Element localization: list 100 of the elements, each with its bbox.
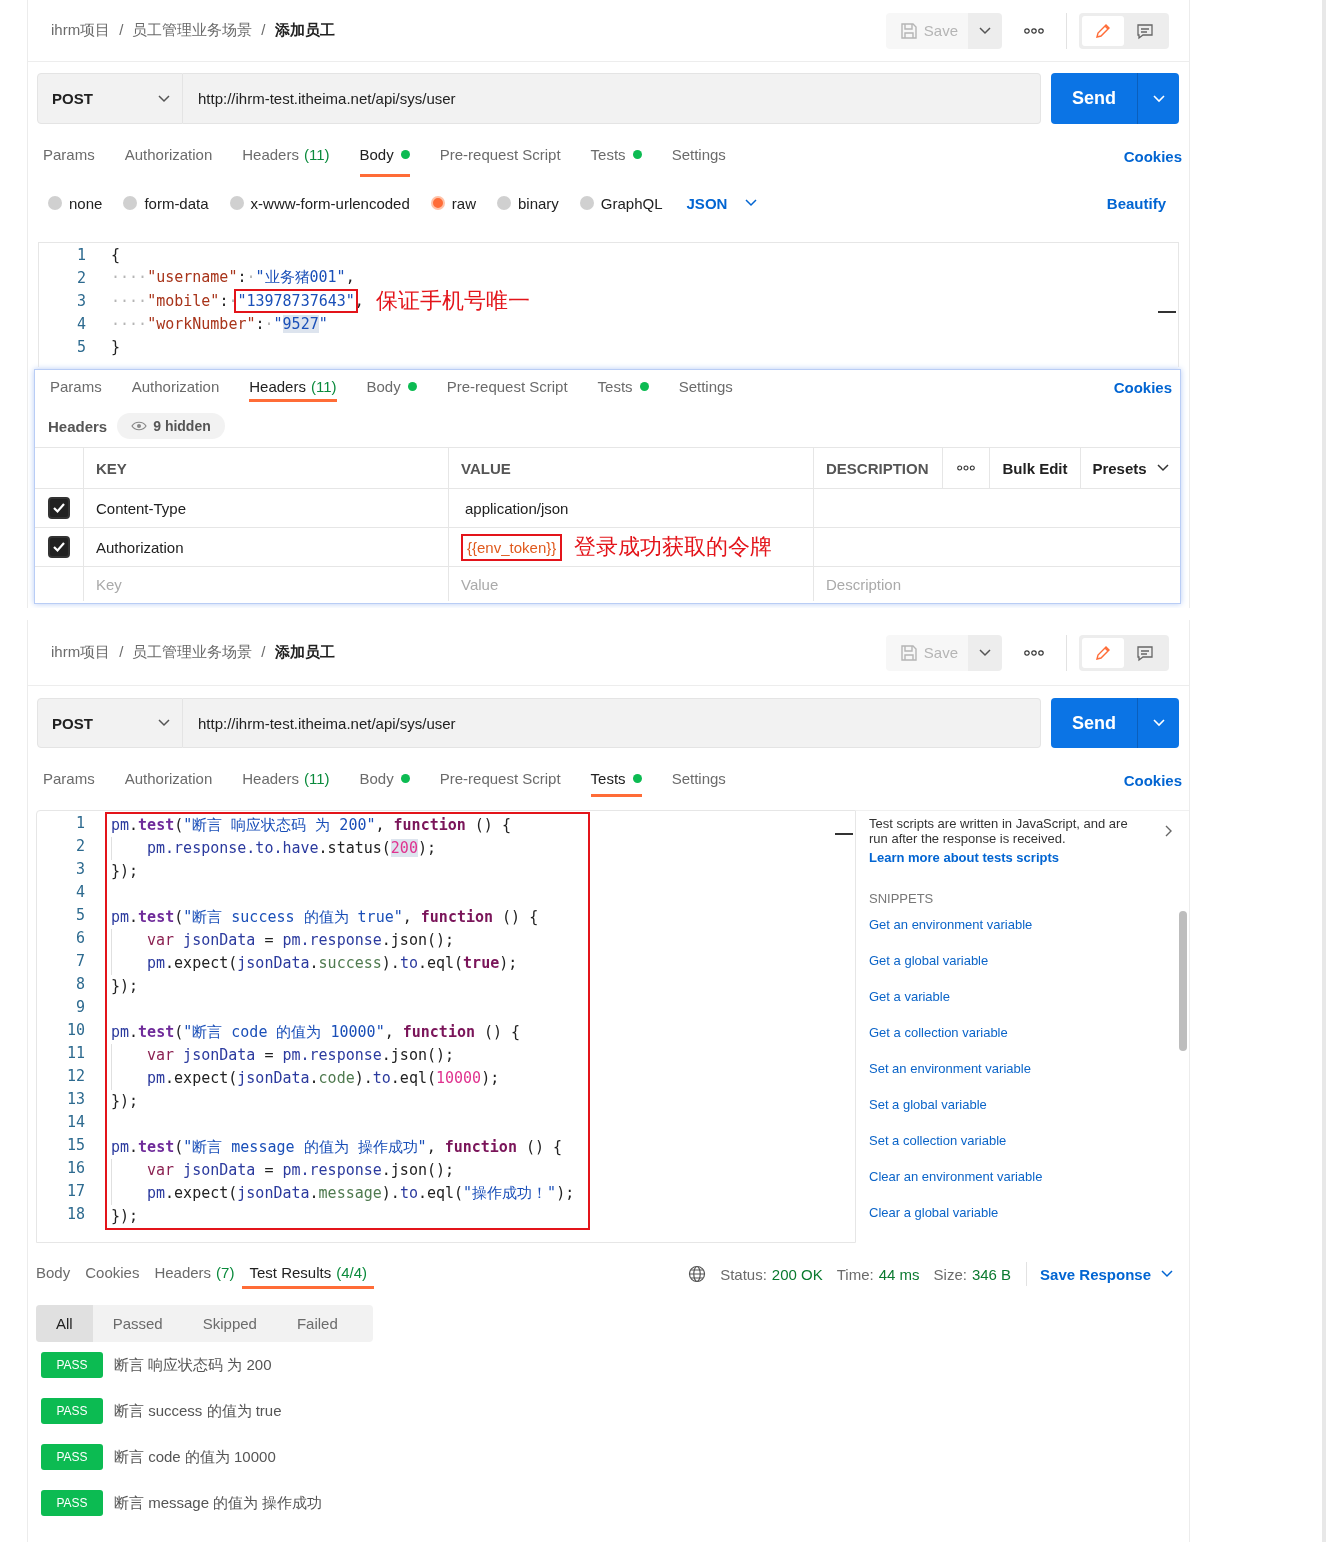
request-tab[interactable]: Authorization	[109, 760, 228, 800]
method-select[interactable]: POST	[37, 73, 183, 124]
filter-tab[interactable]: Skipped	[182, 1305, 277, 1342]
filter-tab[interactable]: All	[36, 1305, 93, 1342]
response-tab[interactable]: Cookies	[78, 1256, 147, 1292]
beautify-link[interactable]: Beautify	[1106, 194, 1166, 212]
line-number: 16	[65, 1158, 85, 1179]
caret-icon	[158, 719, 170, 727]
pass-badge: PASS	[41, 1444, 103, 1470]
request-tab[interactable]: Headers (11)	[227, 760, 345, 800]
checkbox[interactable]	[48, 497, 70, 519]
more-icon[interactable]	[1024, 649, 1044, 656]
body-mode-radio[interactable]: raw	[430, 194, 476, 212]
breadcrumb-item[interactable]: ihrm项目	[51, 643, 111, 662]
line-number: 15	[65, 1135, 85, 1156]
cookies-link[interactable]: Cookies	[1123, 760, 1182, 800]
code-line: });	[111, 977, 139, 995]
cookies-link[interactable]: Cookies	[1113, 370, 1172, 405]
code-line: pm.test("断言 message 的值为 操作成功", function () {	[111, 1138, 563, 1156]
response-tab[interactable]: Headers (7)	[147, 1256, 242, 1292]
more-icon[interactable]	[1024, 27, 1044, 34]
request-tab[interactable]: Settings	[663, 370, 748, 405]
request-tab[interactable]: Pre-request Script	[424, 760, 576, 800]
request-tab[interactable]: Settings	[656, 132, 741, 180]
line-number: 11	[65, 1043, 85, 1064]
breadcrumb-item[interactable]: 员工管理业务场景	[132, 21, 253, 40]
snippet-link[interactable]: Get an environment variable	[869, 912, 1189, 948]
request-tab[interactable]: Authorization	[109, 132, 228, 180]
more-icon[interactable]	[957, 465, 975, 471]
breadcrumb-item[interactable]: 员工管理业务场景	[132, 643, 253, 662]
code-line: });	[111, 862, 139, 880]
request-tab[interactable]: Body	[344, 760, 425, 800]
request-tab[interactable]: Headers (11)	[227, 132, 345, 180]
caret-icon	[1152, 94, 1165, 103]
table-cell: Content-Type	[83, 489, 448, 527]
globe-icon[interactable]	[688, 1265, 707, 1283]
chevron-right-icon[interactable]	[1165, 825, 1173, 837]
body-mode-radio[interactable]: GraphQL	[579, 194, 663, 212]
save-options-button[interactable]	[968, 634, 1002, 671]
cookies-link[interactable]: Cookies	[1123, 132, 1182, 180]
request-tab[interactable]: Pre-request Script	[424, 132, 576, 180]
filter-tab[interactable]: Failed	[276, 1305, 358, 1342]
request-tab[interactable]: Body	[351, 370, 432, 405]
learn-more-link[interactable]: Learn more about tests scripts	[869, 850, 1189, 865]
request-tab[interactable]: Authorization	[116, 370, 235, 405]
edit-button[interactable]	[1082, 15, 1124, 46]
request-tab[interactable]: Params	[28, 132, 110, 180]
body-mode-radio[interactable]: x-www-form-urlencoded	[229, 194, 410, 212]
snippet-link[interactable]: Clear an environment variable	[869, 1164, 1189, 1200]
send-options-button[interactable]	[1137, 698, 1179, 748]
line-number: 3	[74, 859, 85, 880]
request-tab[interactable]: Tests	[575, 132, 657, 180]
checkbox[interactable]	[48, 536, 70, 558]
code-line: pm.expect(jsonData.message).to.eql("操作成功！");	[147, 1184, 575, 1202]
body-mode-radio[interactable]: form-data	[123, 194, 209, 212]
test-name: 断言 code 的值为 10000	[114, 1447, 276, 1467]
presets-dropdown[interactable]: Presets	[1092, 459, 1169, 477]
edit-button[interactable]	[1082, 637, 1124, 668]
send-button[interactable]: Send	[1051, 73, 1137, 124]
save-response-button[interactable]: Save Response	[1040, 1265, 1173, 1283]
request-tab[interactable]: Pre-request Script	[431, 370, 583, 405]
comment-icon	[1136, 643, 1154, 662]
response-tab[interactable]: Body	[29, 1256, 78, 1292]
request-tab[interactable]: Params	[35, 370, 117, 405]
body-mode-radio[interactable]: binary	[496, 194, 559, 212]
bulk-edit-button[interactable]: Bulk Edit	[1002, 459, 1068, 477]
snippet-link[interactable]: Get a collection variable	[869, 1020, 1189, 1056]
request-tab[interactable]: Params	[28, 760, 110, 800]
test-name: 断言 message 的值为 操作成功	[114, 1493, 323, 1513]
code-line: pm.response.to.have.status(200);	[147, 839, 436, 857]
breadcrumb-item[interactable]: ihrm项目	[51, 21, 111, 40]
hidden-headers-toggle[interactable]: 9 hidden	[117, 413, 225, 439]
filter-tab[interactable]: Passed	[92, 1305, 183, 1342]
format-dropdown[interactable]: JSON	[686, 194, 758, 212]
request-tab[interactable]: Tests	[582, 370, 664, 405]
time-label: Time:	[836, 1265, 874, 1283]
annotation-text: 保证手机号唯一	[375, 286, 530, 315]
url-field[interactable]: http://ihrm-test.itheima.net/api/sys/user	[183, 698, 1041, 748]
save-options-button[interactable]	[968, 12, 1002, 49]
code-line: pm.expect(jsonData.code).to.eql(10000);	[147, 1069, 500, 1087]
snippet-link[interactable]: Clear a global variable	[869, 1200, 1189, 1236]
check-icon	[52, 502, 66, 514]
scrollbar[interactable]	[1179, 911, 1187, 1051]
snippet-link[interactable]: Set a global variable	[869, 1092, 1189, 1128]
pass-badge: PASS	[41, 1398, 103, 1424]
send-button[interactable]: Send	[1051, 698, 1137, 748]
breadcrumb-item[interactable]: 添加员工	[274, 21, 335, 40]
method-select[interactable]: POST	[37, 698, 183, 748]
breadcrumb-item[interactable]: 添加员工	[274, 643, 335, 662]
body-mode-radio[interactable]: none	[48, 194, 103, 212]
request-tab[interactable]: Settings	[656, 760, 741, 800]
column-header: DESCRIPTION	[813, 448, 942, 488]
eye-icon	[131, 421, 148, 431]
snippet-link[interactable]: Get a global variable	[869, 948, 1189, 984]
line-number: 4	[74, 882, 85, 903]
url-field[interactable]: http://ihrm-test.itheima.net/api/sys/user	[183, 73, 1041, 124]
line-number: 18	[65, 1204, 85, 1225]
snippet-link[interactable]: Get a variable	[869, 984, 1189, 1020]
snippet-link[interactable]: Set an environment variable	[869, 1056, 1189, 1092]
snippet-link[interactable]: Set a collection variable	[869, 1128, 1189, 1164]
